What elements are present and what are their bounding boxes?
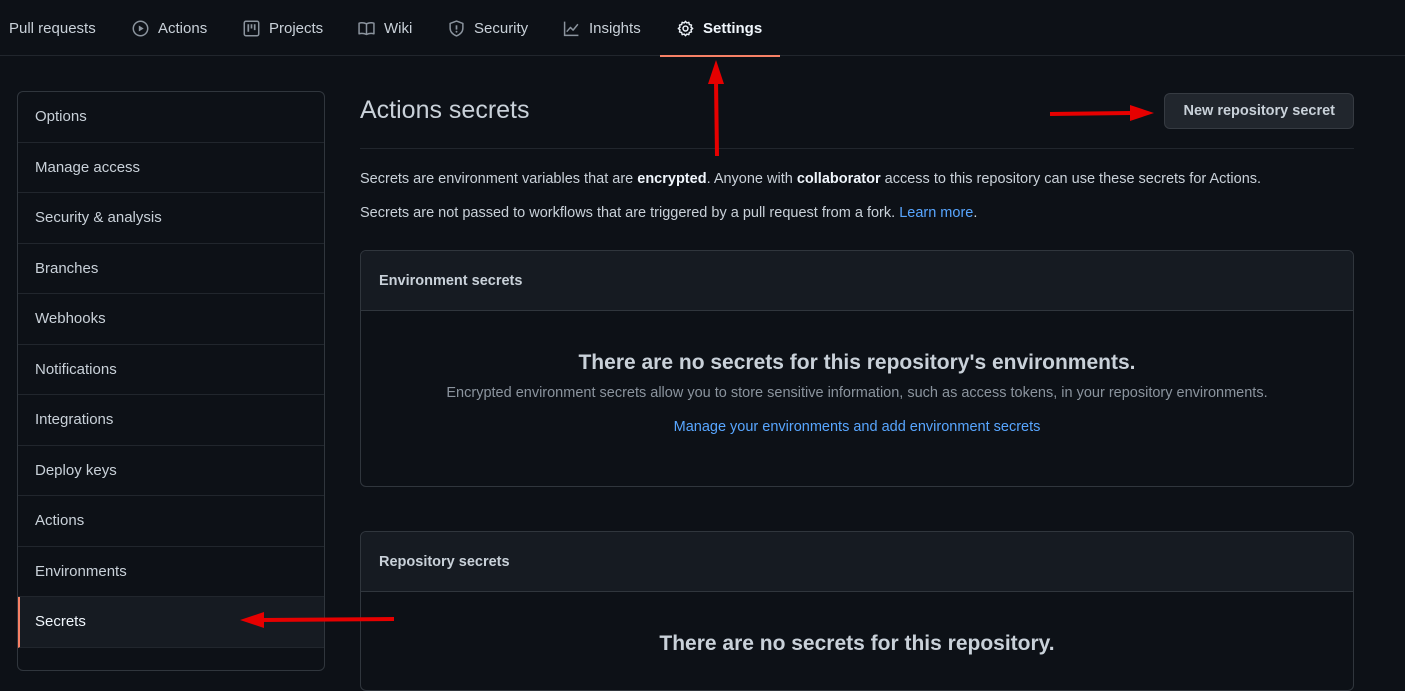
sidebar-item-branches[interactable]: Branches [18,244,324,294]
settings-sidebar: Options Manage access Security & analysi… [17,91,325,671]
project-board-icon [243,20,260,37]
graph-icon [563,20,580,37]
tab-label: Actions [158,19,208,37]
tab-security[interactable]: Security [448,0,528,56]
gear-icon [677,20,694,37]
desc-text: . [973,205,978,221]
repository-secrets-blankslate: There are no secrets for this repository… [361,632,1353,656]
sidebar-item-actions[interactable]: Actions [18,496,324,547]
tab-label: Security [474,19,529,37]
page-title: Actions secrets [360,96,530,124]
tab-projects[interactable]: Projects [243,0,323,56]
tab-label: Wiki [384,19,413,37]
sidebar-item-label: Options [35,108,87,126]
tab-insights[interactable]: Insights [563,0,641,56]
manage-environments-link[interactable]: Manage your environments and add environ… [674,419,1041,435]
environment-secrets-blankslate: There are no secrets for this repository… [361,351,1353,436]
new-repository-secret-button[interactable]: New repository secret [1164,93,1354,129]
blankslate-text: Encrypted environment secrets allow you … [446,385,1268,401]
repository-secrets-box: Repository secrets There are no secrets … [360,531,1354,691]
sidebar-item-options[interactable]: Options [18,92,324,143]
sidebar-item-label: Manage access [35,158,141,176]
sidebar-item-label: Branches [35,259,99,277]
tab-label: Insights [589,19,641,37]
desc-strong: encrypted [637,171,707,187]
sidebar-item-deploy-keys[interactable]: Deploy keys [18,446,324,496]
learn-more-link[interactable]: Learn more [899,205,973,221]
sidebar-item-secrets[interactable]: Secrets [18,597,324,648]
book-icon [358,20,375,37]
tab-wiki[interactable]: Wiki [358,0,412,56]
tab-settings[interactable]: Settings [659,0,781,57]
sidebar-item-webhooks[interactable]: Webhooks [18,294,324,345]
fork-note: Secrets are not passed to workflows that… [360,205,977,221]
sidebar-item-label: Webhooks [35,310,106,328]
play-circle-icon [132,20,149,37]
tab-label: Settings [703,19,763,37]
sidebar-item-label: Integrations [35,411,114,429]
tab-label: Projects [269,19,324,37]
sidebar-item-manage-access[interactable]: Manage access [18,143,324,193]
secrets-description: Secrets are environment variables that a… [360,171,1261,187]
sidebar-item-label: Security & analysis [35,209,162,227]
desc-text: Secrets are environment variables that a… [360,171,638,187]
environment-secrets-box: Environment secrets There are no secrets… [360,250,1354,487]
tab-actions[interactable]: Actions [132,0,207,56]
desc-text: access to this repository can use these … [880,171,1262,187]
environment-secrets-header: Environment secrets [361,251,1353,311]
desc-text: Secrets are not passed to workflows that… [360,205,900,221]
blankslate-title: There are no secrets for this repository… [578,351,1136,374]
sidebar-item-label: Secrets [35,613,86,631]
sidebar-item-integrations[interactable]: Integrations [18,395,324,446]
sidebar-item-environments[interactable]: Environments [18,547,324,597]
shield-icon [448,19,465,37]
desc-strong: collaborator [796,171,881,187]
page-header: Actions secrets New repository secret [360,56,1354,149]
sidebar-item-label: Environments [35,562,127,580]
sidebar-item-security-analysis[interactable]: Security & analysis [18,193,324,244]
sidebar-item-label: Deploy keys [35,461,117,479]
sidebar-item-label: Actions [35,512,85,530]
main-content: Actions secrets New repository secret Se… [360,56,1354,691]
desc-text: . Anyone with [706,171,797,187]
repository-secrets-header: Repository secrets [361,532,1353,592]
blankslate-title: There are no secrets for this repository… [659,632,1055,655]
sidebar-item-notifications[interactable]: Notifications [18,345,324,395]
tab-label: Pull requests [9,19,96,37]
repo-nav: Pull requests Actions Projects Wiki Secu… [0,0,1405,57]
tab-pull-requests[interactable]: Pull requests [9,0,96,56]
sidebar-item-label: Notifications [35,360,117,378]
